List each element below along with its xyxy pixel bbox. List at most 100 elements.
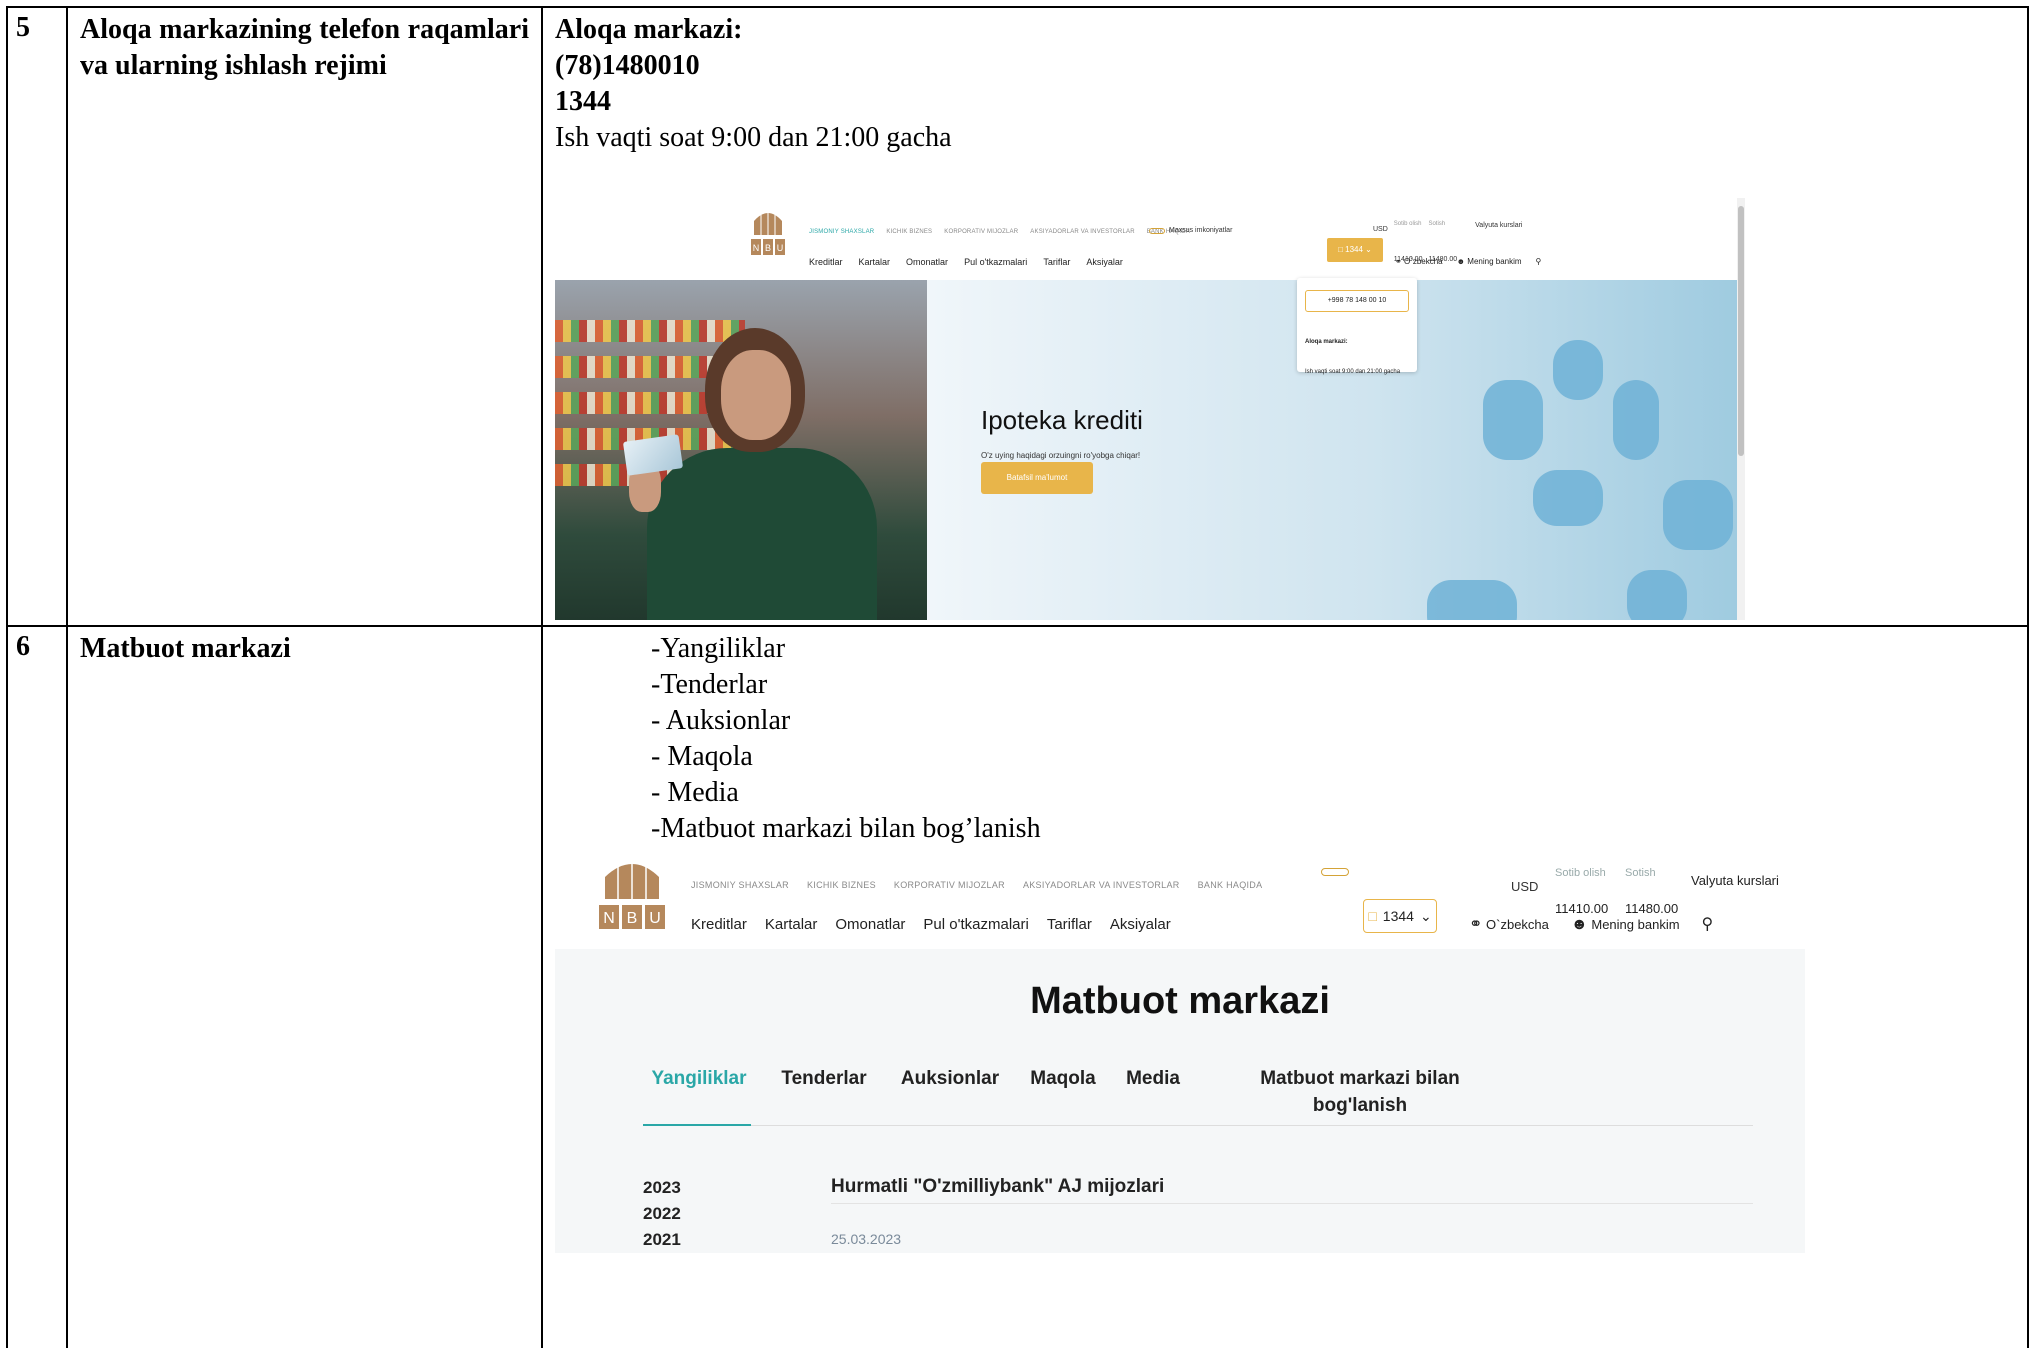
decorative-shape bbox=[1483, 380, 1543, 460]
row-content: -Yangiliklar -Tenderlar - Auksionlar - M… bbox=[541, 625, 2029, 1348]
row-title: Aloqa markazining telefon raqamlari va u… bbox=[66, 6, 543, 627]
nav-item[interactable]: Aksiyalar bbox=[1110, 907, 1171, 943]
list-item: - Media bbox=[651, 777, 739, 808]
rates-link[interactable]: Valyuta kurslari bbox=[1691, 863, 1779, 899]
language-selector[interactable]: ⚭ O`zbekcha bbox=[1395, 244, 1443, 280]
phone-icon: □ bbox=[1338, 245, 1346, 254]
row-content: Aloqa markazi: (78)1480010 1344 Ish vaqt… bbox=[541, 6, 2029, 627]
decorative-shape bbox=[1533, 470, 1603, 526]
nav-item[interactable]: Pul o'tkazmalari bbox=[964, 244, 1027, 280]
year-item[interactable]: 2023 bbox=[643, 1175, 681, 1201]
glasses-icon bbox=[1149, 228, 1165, 234]
press-center-panel: Matbuot markazi Yangiliklar Tenderlar Au… bbox=[555, 949, 1805, 1253]
my-bank-link[interactable]: ☻ Mening bankim bbox=[1457, 244, 1522, 280]
tab-maqola[interactable]: Maqola bbox=[1019, 1065, 1107, 1092]
sell-label: Sotish bbox=[1428, 221, 1446, 227]
list-item: - Auksionlar bbox=[651, 705, 791, 736]
decorative-shape bbox=[1627, 570, 1687, 620]
dropdown-phone[interactable]: +998 78 148 00 10 bbox=[1305, 290, 1409, 312]
top-menu-item[interactable]: KORPORATIV MIJOZLAR bbox=[894, 867, 1005, 903]
decorative-shape bbox=[1663, 480, 1733, 550]
user-icon: ☻ bbox=[1456, 257, 1466, 266]
phone-dropdown: +998 78 148 00 10 Aloqa markazi: Ish vaq… bbox=[1297, 278, 1417, 375]
phone-button[interactable]: □ 1344 ⌄ bbox=[1327, 238, 1383, 262]
press-center-screenshot: N B U JISMONIY SHAXSLAR KICHIK BIZNES KO… bbox=[555, 855, 1805, 1253]
person-body bbox=[647, 448, 877, 620]
list-item: -Yangiliklar bbox=[651, 633, 786, 664]
banner-more-button[interactable]: Batafsil ma'lumot bbox=[981, 462, 1093, 494]
tab-auksionlar[interactable]: Auksionlar bbox=[891, 1065, 1009, 1092]
decorative-shape bbox=[1427, 580, 1517, 620]
year-item[interactable]: 2022 bbox=[643, 1201, 681, 1227]
scrollbar[interactable] bbox=[1737, 198, 1745, 620]
main-nav: Kreditlar Kartalar Omonatlar Pul o'tkazm… bbox=[691, 907, 1171, 943]
top-menu-item[interactable]: JISMONIY SHAXSLAR bbox=[691, 867, 789, 903]
logo-letter: U bbox=[777, 243, 784, 253]
main-nav: Kreditlar Kartalar Omonatlar Pul o'tkazm… bbox=[809, 244, 1123, 280]
nav-item[interactable]: Tariflar bbox=[1043, 244, 1070, 280]
table-row: 5 Aloqa markazining telefon raqamlari va… bbox=[6, 6, 2029, 627]
nav-item[interactable]: Tariflar bbox=[1047, 907, 1092, 943]
nav-item[interactable]: Kreditlar bbox=[809, 244, 843, 280]
dropdown-hours: Ish vaqti soat 9:00 dan 21:00 gacha bbox=[1305, 369, 1401, 375]
language-selector[interactable]: ⚭ O`zbekcha bbox=[1469, 907, 1549, 943]
nbu-logo[interactable]: N B U bbox=[751, 205, 785, 261]
nav-item[interactable]: Kartalar bbox=[859, 244, 891, 280]
document-table: 5 Aloqa markazining telefon raqamlari va… bbox=[6, 6, 2029, 1348]
search-icon[interactable]: ⚲ bbox=[1702, 907, 1714, 943]
nav-item[interactable]: Kartalar bbox=[765, 907, 818, 943]
press-section-list: -Yangiliklar -Tenderlar - Auksionlar - M… bbox=[555, 631, 2027, 847]
contact-hours: Ish vaqti soat 9:00 dan 21:00 gacha bbox=[555, 122, 952, 153]
my-bank-label: Mening bankim bbox=[1591, 917, 1680, 932]
phone-button-label: 1344 bbox=[1382, 908, 1414, 924]
row-number: 5 bbox=[6, 6, 68, 627]
glasses-icon[interactable] bbox=[1321, 868, 1349, 876]
banner-photo bbox=[555, 280, 927, 620]
nav-item[interactable]: Kreditlar bbox=[691, 907, 747, 943]
row-title: Matbuot markazi bbox=[66, 625, 543, 1348]
top-menu-item[interactable]: BANK HAQIDA bbox=[1198, 867, 1263, 903]
list-item: - Maqola bbox=[651, 741, 753, 772]
nav-item[interactable]: Omonatlar bbox=[835, 907, 905, 943]
logo-letter: N bbox=[603, 910, 615, 927]
nav-item[interactable]: Omonatlar bbox=[906, 244, 948, 280]
news-divider bbox=[831, 1203, 1753, 1204]
table-row: 6 Matbuot markazi -Yangiliklar -Tenderla… bbox=[6, 625, 2029, 1348]
tab-yangiliklar[interactable]: Yangiliklar bbox=[643, 1065, 755, 1092]
top-menu-item[interactable]: KICHIK BIZNES bbox=[807, 867, 876, 903]
my-bank-link[interactable]: ☻ Mening bankim bbox=[1571, 907, 1680, 943]
chevron-down-icon: ⌄ bbox=[1362, 245, 1372, 254]
shelf-decoration bbox=[555, 320, 745, 342]
header-actions: ⚭ O`zbekcha ☻ Mening bankim ⚲ bbox=[1395, 244, 1541, 280]
nav-item[interactable]: Pul o'tkazmalari bbox=[923, 907, 1028, 943]
phone-icon: □ bbox=[1368, 908, 1377, 924]
accessibility-link[interactable]: Maxsus imkoniyatlar bbox=[1149, 213, 1232, 249]
year-filter: 2023 2022 2021 bbox=[643, 1175, 681, 1253]
nav-item[interactable]: Aksiyalar bbox=[1086, 244, 1123, 280]
phone-button[interactable]: □ 1344 ⌄ bbox=[1363, 899, 1437, 933]
banner-title: Ipoteka krediti bbox=[981, 405, 1143, 435]
decorative-shape bbox=[1553, 340, 1603, 400]
buy-label: Sotib olish bbox=[1393, 221, 1422, 227]
my-bank-label: Mening bankim bbox=[1467, 257, 1522, 266]
buy-label: Sotib olish bbox=[1555, 867, 1606, 879]
logo-letter: B bbox=[627, 910, 638, 927]
chevron-down-icon: ⌄ bbox=[1419, 908, 1432, 924]
scrollbar-thumb[interactable] bbox=[1738, 206, 1744, 456]
nbu-logo[interactable]: N B U bbox=[599, 855, 665, 931]
search-icon[interactable]: ⚲ bbox=[1536, 244, 1542, 280]
contact-short-number: 1344 bbox=[555, 86, 611, 117]
news-title[interactable]: Hurmatli "O'zmilliybank" AJ mijozlari bbox=[831, 1169, 1164, 1205]
tab-tenderlar[interactable]: Tenderlar bbox=[769, 1065, 879, 1092]
year-item[interactable]: 2021 bbox=[643, 1227, 681, 1253]
decorative-shape bbox=[1613, 380, 1659, 460]
header-actions: ⚭ O`zbekcha ☻ Mening bankim ⚲ bbox=[1469, 907, 1713, 943]
top-menu: JISMONIY SHAXSLAR KICHIK BIZNES KORPORAT… bbox=[691, 867, 1262, 903]
tab-media[interactable]: Media bbox=[1113, 1065, 1193, 1092]
active-tab-indicator bbox=[643, 1124, 751, 1126]
tab-press-contact[interactable]: Matbuot markazi bilan bog'lanish bbox=[1235, 1065, 1485, 1119]
globe-icon: ⚭ bbox=[1469, 916, 1483, 933]
news-date: 25.03.2023 bbox=[831, 1231, 902, 1247]
top-menu-item[interactable]: AKSIYADORLAR VA INVESTORLAR bbox=[1023, 867, 1180, 903]
language-label: O`zbekcha bbox=[1403, 257, 1443, 266]
